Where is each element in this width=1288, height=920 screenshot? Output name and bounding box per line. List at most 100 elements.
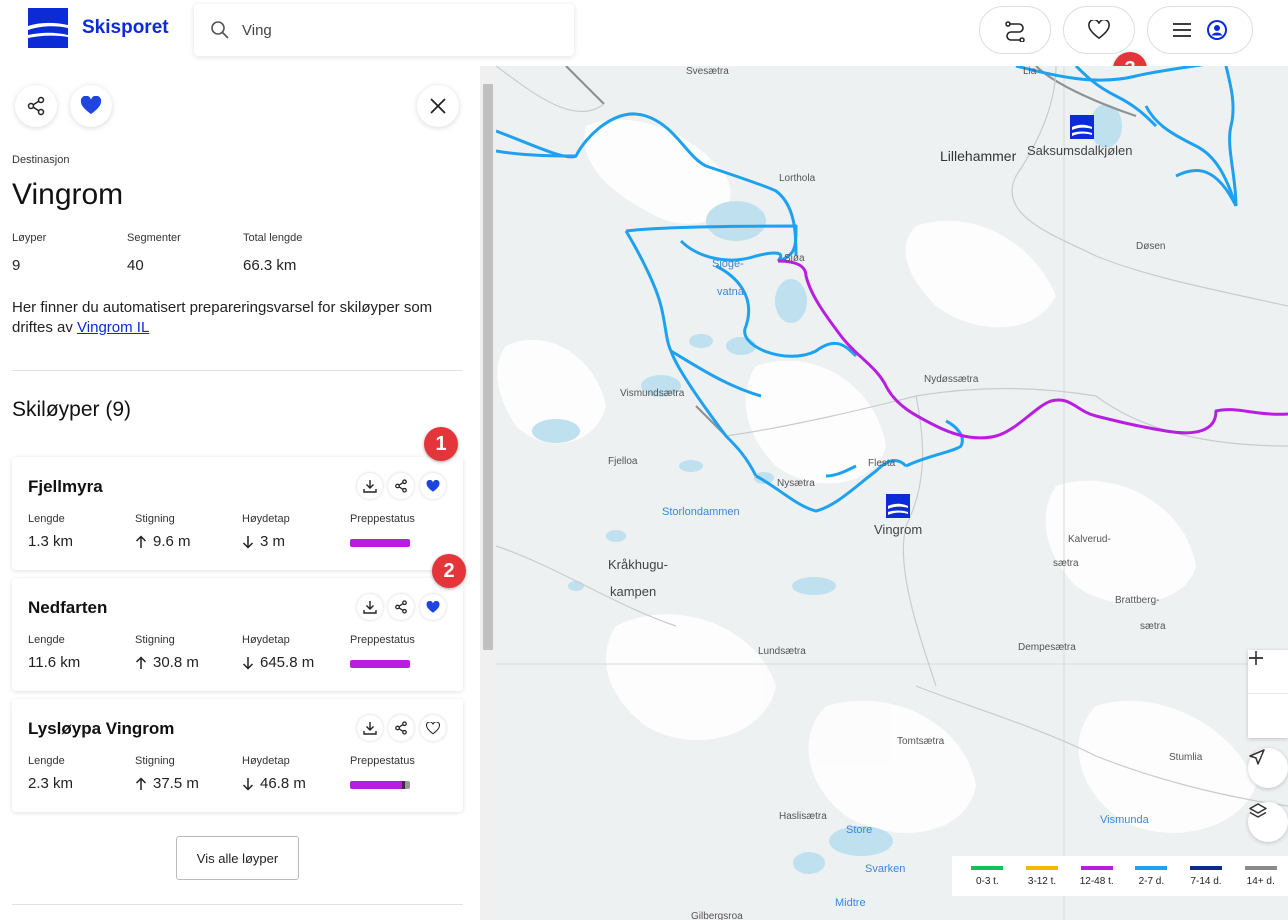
- map-label-vismunda: Vismunda: [1100, 814, 1149, 826]
- share-icon: [27, 96, 45, 116]
- trail-name[interactable]: Nedfarten: [28, 598, 107, 618]
- user-account-icon: [1207, 20, 1227, 40]
- map-label-lillehammer: Lillehammer: [940, 148, 1017, 164]
- share-icon: [395, 721, 407, 735]
- map-label-storlondammen: Storlondammen: [662, 506, 740, 518]
- layers-icon: [1249, 803, 1267, 818]
- metric-label: Høydetap: [242, 634, 290, 646]
- description-text: Her finner du automatisert prepareringsv…: [12, 299, 433, 336]
- metric-label: Høydetap: [242, 755, 290, 767]
- map-label-fjelloa: Fjelloa: [608, 456, 638, 467]
- metric-label: Preppestatus: [350, 513, 415, 525]
- legend-item: 0-3 t.: [960, 866, 1015, 896]
- route-button[interactable]: [979, 6, 1051, 54]
- map-view[interactable]: Svesætra Lia Lorthola Lillehammer Saksum…: [496, 66, 1288, 920]
- heart-filled-icon: [80, 96, 102, 115]
- trail-card[interactable]: Nedfarten Lengde 11.6 km Stigning 30.8 m…: [12, 554, 466, 691]
- prep-segment-purple: [350, 781, 402, 789]
- skisporet-logo[interactable]: Skisporet: [28, 8, 169, 48]
- search-box[interactable]: [194, 4, 574, 56]
- legend-item: 12-48 t.: [1069, 866, 1124, 896]
- map-canvas[interactable]: [496, 66, 1288, 920]
- trail-card[interactable]: Fjellmyra Lengde 1.3 km Stigning 9.6 m H…: [12, 427, 463, 570]
- map-label-stumlia: Stumlia: [1169, 752, 1203, 763]
- map-label-krakhugu: Kråkhugu-: [608, 557, 668, 572]
- stat-label: Total lengde: [243, 232, 303, 244]
- stat-label: Løyper: [12, 232, 47, 244]
- favorite-destination-button[interactable]: [70, 85, 112, 127]
- metric-value: 37.5 m: [153, 775, 199, 792]
- minus-icon: [1249, 657, 1263, 659]
- share-trail-button[interactable]: [388, 473, 414, 499]
- share-trail-button[interactable]: [388, 715, 414, 741]
- map-label-haslisaetra: Haslisætra: [779, 811, 827, 822]
- hamburger-menu-icon: [1173, 23, 1191, 37]
- download-gpx-button[interactable]: [357, 594, 383, 620]
- share-trail-button[interactable]: [388, 594, 414, 620]
- metric-length: Lengde 11.6 km: [28, 634, 80, 671]
- menu-button[interactable]: [1147, 6, 1253, 54]
- destination-description: Her finner du automatisert prepareringsv…: [12, 298, 452, 338]
- metric-label: Stigning: [135, 634, 175, 646]
- legend-item: 14+ d.: [1233, 866, 1288, 896]
- show-all-trails-button[interactable]: Vis alle løyper: [176, 836, 299, 880]
- prep-segment-purple: [350, 539, 410, 547]
- metric-label: Lengde: [28, 755, 65, 767]
- map-label-lorthola: Lorthola: [779, 173, 816, 184]
- legend-item: 7-14 d.: [1179, 866, 1234, 896]
- metric-value-row: 30.8 m: [135, 654, 199, 671]
- map-label-nysaetra: Nysætra: [777, 478, 815, 489]
- map-label-svesaetra: Svesætra: [686, 66, 729, 77]
- download-gpx-button[interactable]: [357, 715, 383, 741]
- metric-value: 11.6 km: [28, 654, 81, 671]
- share-destination-button[interactable]: [15, 85, 57, 127]
- arrow-up-icon: [135, 534, 147, 548]
- close-panel-button[interactable]: [417, 85, 459, 127]
- scrollbar-thumb[interactable]: [483, 84, 493, 650]
- map-label-svarken: Svarken: [865, 863, 906, 875]
- map-label-midtre: Midtre: [835, 897, 866, 909]
- legend-label: 3-12 t.: [1027, 876, 1057, 887]
- map-label-kampen: kampen: [610, 584, 657, 599]
- metric-climb: Stigning 37.5 m: [135, 755, 199, 792]
- map-label-gilbergsroa: Gilbergsroa: [691, 911, 743, 920]
- arrow-down-icon: [242, 777, 254, 791]
- download-icon: [363, 722, 377, 735]
- locate-me-button[interactable]: [1248, 748, 1288, 788]
- download-gpx-button[interactable]: [357, 473, 383, 499]
- favorite-trail-button[interactable]: [420, 715, 446, 741]
- share-icon: [395, 600, 407, 614]
- map-label-tomtsaetra: Tomtsætra: [897, 736, 945, 747]
- favorite-trail-button[interactable]: [420, 594, 446, 620]
- destination-title: Vingrom: [12, 178, 124, 211]
- trail-name[interactable]: Fjellmyra: [28, 477, 103, 497]
- destination-marker-vingrom: [886, 494, 910, 518]
- organizer-link[interactable]: Vingrom IL: [77, 319, 149, 336]
- favorite-trail-button[interactable]: [420, 473, 446, 499]
- metric-label: Høydetap: [242, 513, 290, 525]
- map-layers-button[interactable]: [1248, 802, 1288, 842]
- trail-card[interactable]: Lysløypa Vingrom Lengde 2.3 km Stigning …: [12, 699, 463, 812]
- trail-name[interactable]: Lysløypa Vingrom: [28, 719, 174, 739]
- legend-label: 14+ d.: [1246, 876, 1275, 887]
- legend-item: 3-12 t.: [1015, 866, 1070, 896]
- arrow-up-icon: [135, 776, 147, 790]
- legend-swatch: [1026, 866, 1058, 870]
- metric-prep-status: Preppestatus: [350, 755, 415, 767]
- zoom-out-button[interactable]: [1248, 657, 1288, 738]
- panel-scrollbar[interactable]: [480, 66, 496, 920]
- map-label-sjoa: Sjøa: [784, 253, 805, 264]
- metric-value-row: 9.6 m: [135, 533, 191, 550]
- metric-value-row: 37.5 m: [135, 775, 199, 792]
- divider: [12, 904, 463, 905]
- metric-value-row: 46.8 m: [242, 775, 306, 792]
- arrow-down-icon: [242, 535, 254, 549]
- top-bar: Skisporet 3: [0, 0, 1288, 86]
- stat-segments: Segmenter 40: [127, 232, 181, 274]
- heart-filled-icon: [426, 600, 440, 613]
- search-input[interactable]: [242, 21, 542, 39]
- metric-climb: Stigning 30.8 m: [135, 634, 199, 671]
- favorites-button[interactable]: [1063, 6, 1135, 54]
- grooming-legend: 0-3 t. 3-12 t. 12-48 t. 2-7 d. 7-14 d. 14+ d.: [952, 856, 1288, 896]
- legend-label: 2-7 d.: [1138, 876, 1165, 887]
